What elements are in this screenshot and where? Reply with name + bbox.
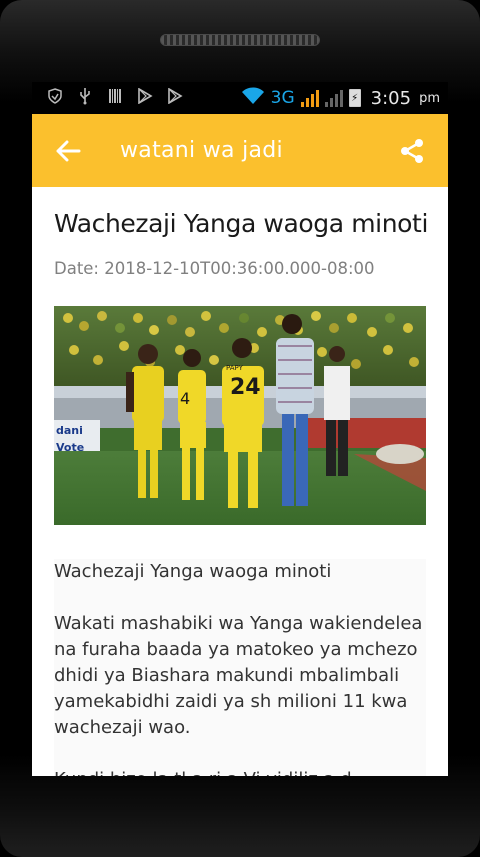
phone-speaker bbox=[160, 34, 320, 46]
share-icon bbox=[401, 138, 423, 163]
shield-icon bbox=[46, 88, 64, 108]
football-photo: dani Vote 4 PAPY 24 bbox=[54, 306, 426, 525]
article-image: dani Vote 4 PAPY 24 bbox=[54, 306, 426, 525]
back-button[interactable] bbox=[40, 123, 96, 179]
article-body: Wachezaji Yanga waoga minoti Wakati mash… bbox=[54, 559, 426, 776]
app-bar: watani wa jadi bbox=[32, 114, 448, 187]
status-bar: 3G ⚡ 3:05 pm bbox=[32, 82, 448, 114]
network-type: 3G bbox=[270, 88, 295, 108]
clock-ampm: pm bbox=[419, 90, 440, 106]
banner-text-1: dani bbox=[56, 424, 83, 437]
wifi-icon bbox=[241, 87, 265, 109]
jersey-number: 24 bbox=[230, 375, 261, 400]
signal-strength-2-icon bbox=[324, 89, 343, 107]
play-store-icon-2 bbox=[166, 87, 184, 108]
battery-icon: ⚡ bbox=[348, 89, 361, 107]
article-body-heading: Wachezaji Yanga waoga minoti bbox=[54, 561, 332, 582]
share-button[interactable] bbox=[388, 127, 436, 175]
svg-text:4: 4 bbox=[180, 389, 190, 408]
jersey-name: PAPY bbox=[226, 364, 244, 372]
article-date: Date: 2018-12-10T00:36:00.000-08:00 bbox=[54, 259, 375, 278]
clock-time: 3:05 bbox=[370, 87, 412, 109]
barcode-icon bbox=[106, 88, 124, 108]
signal-strength-icon bbox=[300, 89, 319, 107]
article-content[interactable]: Wachezaji Yanga waoga minoti Date: 2018-… bbox=[32, 187, 448, 776]
article-title: Wachezaji Yanga waoga minoti bbox=[54, 209, 429, 238]
article-body-cutoff: Kundi hizo la tl a ri a Vi vidiliz a d bbox=[54, 767, 426, 776]
article-body-paragraph: Wakati mashabiki wa Yanga wakiendelea na… bbox=[54, 613, 423, 738]
play-store-icon bbox=[136, 87, 154, 108]
app-bar-title: watani wa jadi bbox=[120, 138, 283, 163]
usb-icon bbox=[76, 87, 94, 109]
arrow-left-icon bbox=[56, 140, 81, 161]
